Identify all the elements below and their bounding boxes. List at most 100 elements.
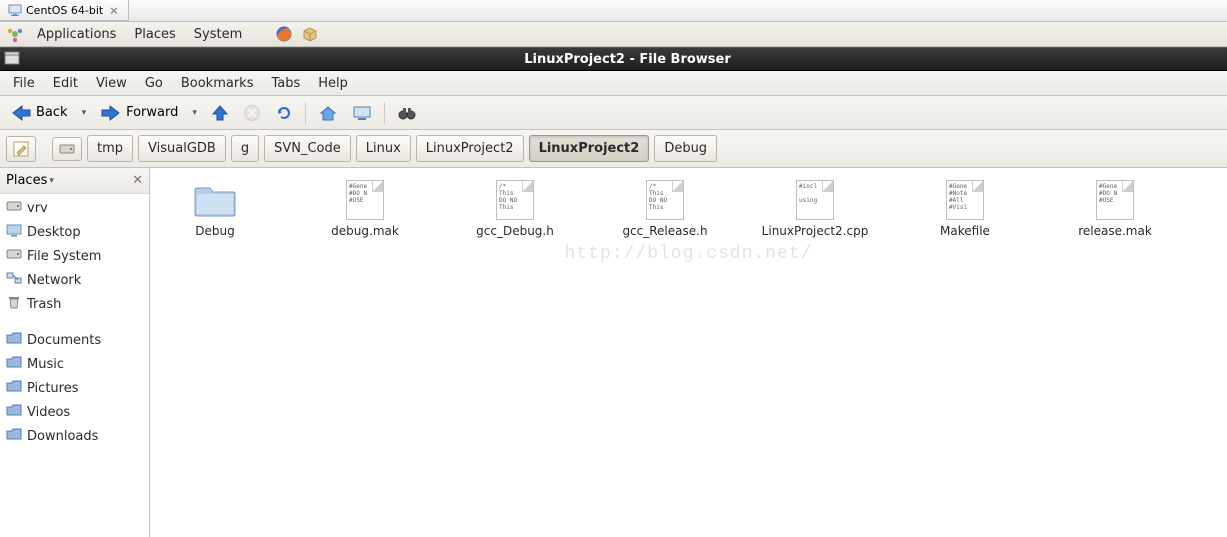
home-icon — [318, 104, 338, 122]
up-button[interactable] — [207, 101, 233, 125]
sidebar-item[interactable]: Videos — [0, 400, 149, 424]
sidebar-item-label: File System — [27, 249, 101, 264]
drive-icon — [6, 199, 22, 217]
sidebar-close-icon[interactable]: ✕ — [132, 173, 143, 188]
menu-help[interactable]: Help — [309, 73, 357, 94]
folder-icon — [6, 403, 22, 421]
sidebar-item[interactable]: Network — [0, 268, 149, 292]
text-file-icon: #Gene #DO N #USE — [346, 180, 384, 220]
path-segment-4[interactable]: Linux — [356, 135, 411, 162]
arrow-up-icon — [211, 104, 229, 122]
main-area: Places ▾ ✕ vrv Desktop File System Network T… — [0, 168, 1227, 537]
sidebar-item[interactable]: Downloads — [0, 424, 149, 448]
file-item[interactable]: #Gene #Note #All #VisiMakefile — [920, 180, 1010, 238]
file-item[interactable]: #incl usingLinuxProject2.cpp — [770, 180, 860, 238]
sidebar-item-label: Desktop — [27, 225, 81, 240]
sidebar-item-label: vrv — [27, 201, 48, 216]
text-file-icon: /* This DO NO This — [496, 180, 534, 220]
file-item[interactable]: #Gene #DO N #USErelease.mak — [1070, 180, 1160, 238]
panel-menu-system[interactable]: System — [189, 24, 247, 45]
sidebar-selector[interactable]: Places ▾ — [6, 173, 54, 188]
menu-edit[interactable]: Edit — [44, 73, 87, 94]
stop-icon — [243, 104, 261, 122]
menu-bookmarks[interactable]: Bookmarks — [172, 73, 263, 94]
icon-view[interactable]: http://blog.csdn.net/ Debug#Gene #DO N #… — [150, 168, 1227, 537]
arrow-right-icon — [100, 104, 122, 122]
search-button[interactable] — [393, 101, 421, 125]
computer-button[interactable] — [348, 101, 376, 125]
folder-icon — [6, 331, 22, 349]
app-menu-icon[interactable] — [4, 51, 24, 68]
drive-icon — [6, 247, 22, 265]
panel-menu-places[interactable]: Places — [129, 24, 180, 45]
file-item[interactable]: #Gene #DO N #USEdebug.mak — [320, 180, 410, 238]
path-bar: tmp VisualGDB g SVN_Code Linux LinuxProj… — [0, 130, 1227, 168]
sidebar-item-label: Downloads — [27, 429, 98, 444]
panel-menu-applications[interactable]: Applications — [32, 24, 121, 45]
path-segment-6[interactable]: LinuxProject2 — [529, 135, 650, 162]
back-button[interactable]: Back — [6, 101, 72, 125]
close-icon[interactable]: × — [107, 4, 120, 17]
file-item[interactable]: /* This DO NO Thisgcc_Debug.h — [470, 180, 560, 238]
file-item[interactable]: Debug — [170, 180, 260, 238]
path-segment-2[interactable]: g — [231, 135, 259, 162]
back-history-dropdown[interactable]: ▾ — [78, 108, 91, 118]
file-item[interactable]: /* This DO NO This gcc_Release.h — [620, 180, 710, 238]
vm-tab[interactable]: CentOS 64-bit × — [0, 0, 129, 21]
monitor-icon — [8, 4, 22, 16]
menubar: File Edit View Go Bookmarks Tabs Help — [0, 71, 1227, 96]
sidebar-item-label: Music — [27, 357, 64, 372]
forward-label: Forward — [126, 105, 178, 120]
gnome-panel: Applications Places System — [0, 22, 1227, 47]
path-segment-0[interactable]: tmp — [87, 135, 133, 162]
menu-tabs[interactable]: Tabs — [262, 73, 309, 94]
folder-icon — [6, 379, 22, 397]
drive-icon — [59, 142, 75, 156]
menu-go[interactable]: Go — [136, 73, 172, 94]
toolbar-separator-2 — [384, 102, 385, 124]
path-segment-5[interactable]: LinuxProject2 — [416, 135, 524, 162]
sidebar-item-label: Network — [27, 273, 81, 288]
home-button[interactable] — [314, 101, 342, 125]
text-file-icon: /* This DO NO This — [646, 180, 684, 220]
sidebar-item[interactable]: vrv — [0, 196, 149, 220]
binoculars-icon — [397, 104, 417, 122]
window-title: LinuxProject2 - File Browser — [28, 52, 1227, 67]
sidebar-item[interactable]: Documents — [0, 328, 149, 352]
menu-view[interactable]: View — [87, 73, 136, 94]
sidebar-item-label: Pictures — [27, 381, 78, 396]
back-label: Back — [36, 105, 68, 120]
chevron-down-icon: ▾ — [49, 176, 54, 186]
text-file-icon: #incl using — [796, 180, 834, 220]
vm-tab-label: CentOS 64-bit — [26, 4, 103, 17]
toolbar: Back ▾ Forward ▾ — [0, 96, 1227, 130]
file-label: LinuxProject2.cpp — [762, 224, 869, 238]
reload-button[interactable] — [271, 101, 297, 125]
file-label: gcc_Release.h — [622, 224, 707, 238]
distro-icon — [6, 25, 24, 43]
sidebar-item[interactable]: Music — [0, 352, 149, 376]
reload-icon — [275, 104, 293, 122]
sidebar-item[interactable]: Desktop — [0, 220, 149, 244]
path-segment-7[interactable]: Debug — [654, 135, 717, 162]
path-segment-3[interactable]: SVN_Code — [264, 135, 351, 162]
text-file-icon: #Gene #DO N #USE — [1096, 180, 1134, 220]
sidebar-item[interactable]: Pictures — [0, 376, 149, 400]
firefox-icon[interactable] — [275, 25, 293, 43]
window-titlebar: LinuxProject2 - File Browser — [0, 47, 1227, 71]
trash-icon — [6, 295, 22, 313]
path-root-button[interactable] — [52, 137, 82, 161]
edit-path-button[interactable] — [6, 136, 36, 162]
stop-button[interactable] — [239, 101, 265, 125]
vm-tab-bar: CentOS 64-bit × — [0, 0, 1227, 22]
package-icon[interactable] — [301, 25, 319, 43]
sidebar-item[interactable]: Trash — [0, 292, 149, 316]
network-icon — [6, 271, 22, 289]
sidebar-item[interactable]: File System — [0, 244, 149, 268]
forward-history-dropdown[interactable]: ▾ — [188, 108, 201, 118]
file-label: Debug — [195, 224, 234, 238]
path-segment-1[interactable]: VisualGDB — [138, 135, 226, 162]
menu-file[interactable]: File — [4, 73, 44, 94]
forward-button[interactable]: Forward — [96, 101, 182, 125]
desktop-icon — [6, 223, 22, 241]
